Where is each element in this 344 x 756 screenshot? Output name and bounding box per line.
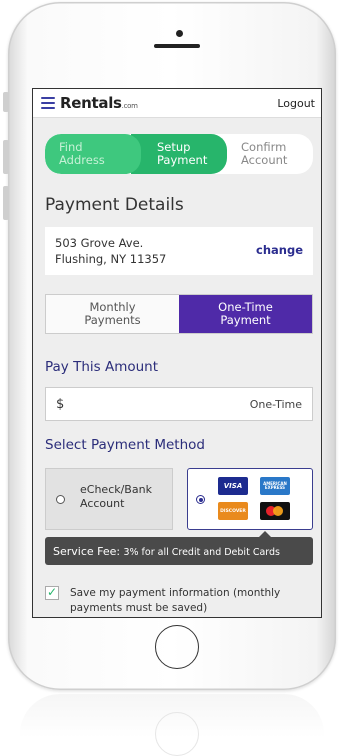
- echeck-option[interactable]: eCheck/Bank Account: [45, 468, 173, 530]
- home-button: [155, 625, 199, 669]
- volume-up-button: [3, 140, 9, 174]
- amount-input[interactable]: $ One-Time: [45, 387, 313, 421]
- amount-type-label: One-Time: [249, 398, 302, 411]
- save-payment-label: Save my payment information (monthly pay…: [70, 587, 281, 614]
- step-setup-payment[interactable]: Setup Payment: [131, 134, 227, 174]
- payment-method-heading: Select Payment Method: [45, 437, 205, 453]
- home-button-reflection: [155, 712, 199, 756]
- pay-amount-heading: Pay This Amount: [45, 359, 159, 375]
- discover-logo-icon: DISCOVER: [218, 502, 248, 520]
- mute-switch: [3, 92, 9, 112]
- payment-frequency-toggle: Monthly Payments One-Time Payment: [45, 294, 313, 334]
- logout-link[interactable]: Logout: [277, 97, 315, 110]
- one-time-payment-option[interactable]: One-Time Payment: [179, 295, 312, 333]
- card-radio[interactable]: [196, 495, 205, 504]
- monthly-payments-option[interactable]: Monthly Payments: [46, 295, 179, 333]
- rentals-logo[interactable]: Rentals.com: [60, 94, 138, 112]
- step-find-address[interactable]: Find Address: [45, 134, 141, 174]
- service-fee-text: 3% for all Credit and Debit Cards: [123, 547, 280, 558]
- echeck-radio[interactable]: [56, 495, 65, 504]
- currency-symbol: $: [56, 397, 65, 412]
- phone-screen: Rentals.com Logout Find Address Setup Paym…: [32, 88, 322, 618]
- service-fee-label: Service Fee:: [53, 545, 121, 558]
- volume-down-button: [3, 186, 9, 220]
- top-navbar: Rentals.com Logout: [33, 89, 321, 118]
- front-camera: [176, 30, 183, 37]
- hamburger-menu-icon[interactable]: [41, 97, 55, 109]
- save-payment-checkbox[interactable]: [45, 585, 59, 600]
- address-card: 503 Grove Ave. Flushing, NY 11357 change: [45, 227, 313, 275]
- visa-logo-icon: VISA: [218, 477, 248, 495]
- earpiece-speaker: [154, 44, 200, 48]
- service-fee-tooltip: Service Fee: 3% for all Credit and Debit…: [45, 531, 313, 565]
- card-option[interactable]: VISA AMERICAN EXPRESS DISCOVER: [187, 468, 313, 530]
- step-confirm-account[interactable]: Confirm Account: [227, 134, 313, 174]
- amex-logo-icon: AMERICAN EXPRESS: [260, 477, 290, 495]
- page-title: Payment Details: [45, 195, 184, 215]
- change-address-link[interactable]: change: [256, 243, 303, 257]
- mastercard-logo-icon: [260, 502, 290, 520]
- echeck-label: eCheck/Bank Account: [80, 483, 152, 510]
- progress-steps: Find Address Setup Payment Confirm Account: [45, 134, 313, 174]
